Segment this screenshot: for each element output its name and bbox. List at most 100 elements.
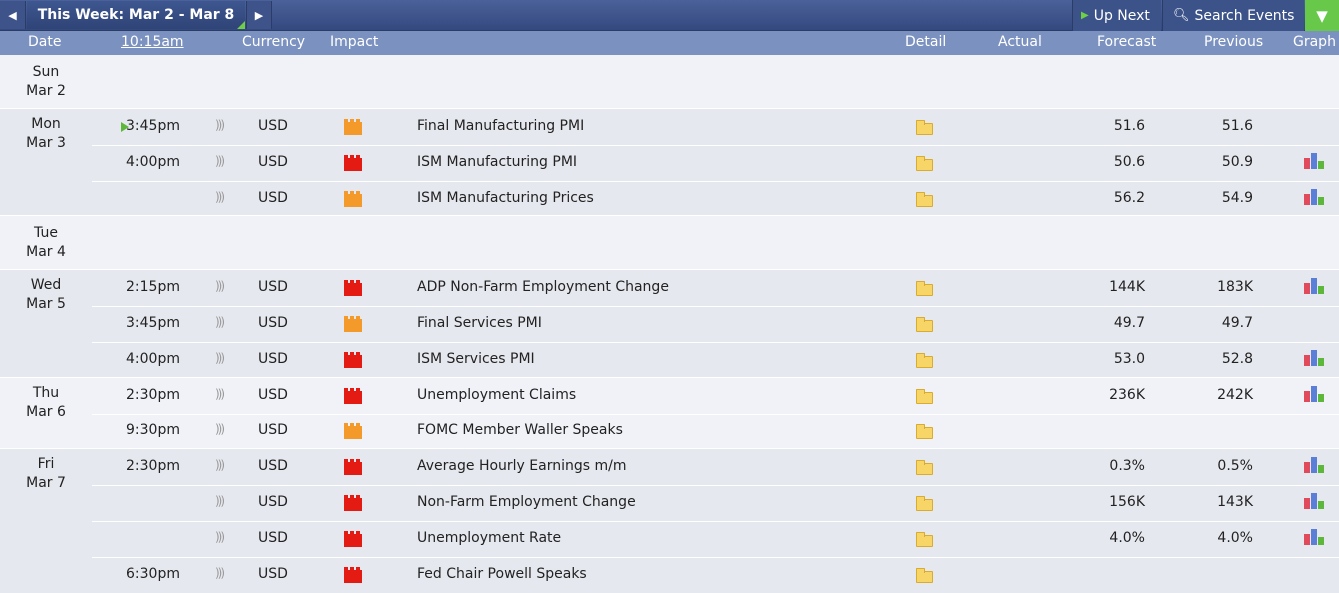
sound-alert-icon[interactable]: ))) [215, 566, 225, 580]
detail-folder-icon[interactable] [916, 155, 933, 171]
event-name[interactable]: Average Hourly Earnings m/m [417, 458, 626, 474]
event-name[interactable]: Unemployment Rate [417, 530, 561, 546]
high-impact-icon [344, 351, 362, 368]
event-name[interactable]: Final Services PMI [417, 315, 542, 331]
event-forecast: 49.7 [1113, 315, 1145, 332]
bar-chart-icon[interactable] [1304, 152, 1324, 169]
day-label: Tue Mar 4 [0, 224, 92, 262]
high-impact-icon [344, 530, 362, 547]
event-previous: 4.0% [1217, 529, 1253, 546]
bar-chart-icon[interactable] [1304, 278, 1324, 295]
event-name[interactable]: ISM Services PMI [417, 351, 535, 367]
event-forecast: 144K [1109, 279, 1145, 296]
event-time: 3:45pm [126, 117, 180, 134]
event-currency: USD [258, 458, 288, 475]
event-currency: USD [258, 279, 288, 296]
day-block: Tue Mar 4 [0, 216, 1339, 271]
detail-folder-icon[interactable] [916, 531, 933, 547]
chevron-right-icon[interactable]: ▶ [246, 1, 272, 29]
detail-folder-icon[interactable] [916, 281, 933, 297]
high-impact-icon [344, 280, 362, 297]
row-divider [92, 413, 1339, 415]
sound-alert-icon[interactable]: ))) [215, 279, 225, 293]
sound-alert-icon[interactable]: ))) [215, 351, 225, 365]
event-name[interactable]: Unemployment Claims [417, 387, 576, 403]
event-currency: USD [258, 350, 288, 367]
header-forecast: Forecast [1097, 34, 1157, 50]
day-weekday: Fri [37, 456, 55, 473]
detail-folder-icon[interactable] [916, 567, 933, 583]
day-weekday: Sun [32, 64, 60, 80]
event-time: 4:00pm [126, 153, 180, 170]
sound-alert-icon[interactable]: ))) [215, 422, 225, 436]
event-time: 2:15pm [126, 279, 180, 296]
bar-chart-icon[interactable] [1304, 188, 1324, 205]
day-date: Mar 4 [26, 244, 66, 261]
search-icon: 🔍︎ [1173, 8, 1190, 23]
event-name[interactable]: ISM Manufacturing PMI [417, 154, 577, 170]
event-time: 4:00pm [126, 350, 180, 367]
header-currency: Currency [242, 34, 306, 50]
sound-alert-icon[interactable]: ))) [215, 190, 225, 204]
week-selector[interactable]: This Week: Mar 2 - Mar 8 [27, 1, 245, 29]
filter-icon[interactable]: ▼ [1305, 0, 1339, 31]
detail-folder-icon[interactable] [916, 191, 933, 207]
event-name[interactable]: ISM Manufacturing Prices [417, 190, 594, 206]
bar-chart-icon[interactable] [1304, 493, 1324, 510]
event-name[interactable]: ADP Non-Farm Employment Change [417, 279, 669, 295]
row-divider [92, 485, 1339, 487]
bar-chart-icon[interactable] [1304, 457, 1324, 474]
sound-alert-icon[interactable]: ))) [215, 458, 225, 472]
event-previous: 242K [1217, 386, 1253, 403]
detail-folder-icon[interactable] [916, 119, 933, 135]
row-divider [92, 556, 1339, 558]
sound-alert-icon[interactable]: ))) [215, 118, 225, 132]
detail-folder-icon[interactable] [916, 388, 933, 404]
event-name[interactable]: Non-Farm Employment Change [417, 494, 636, 510]
event-time: 9:30pm [126, 422, 180, 439]
event-forecast: 51.6 [1113, 117, 1145, 134]
event-previous: 0.5% [1217, 458, 1253, 475]
event-name[interactable]: Fed Chair Powell Speaks [417, 566, 587, 582]
sound-alert-icon[interactable]: ))) [215, 154, 225, 168]
header-actual: Actual [998, 34, 1042, 50]
event-forecast: 4.0% [1109, 529, 1145, 546]
bar-chart-icon[interactable] [1304, 385, 1324, 402]
detail-folder-icon[interactable] [916, 424, 933, 440]
up-next-button[interactable]: ▶ Up Next [1072, 0, 1161, 31]
sound-alert-icon[interactable]: ))) [215, 315, 225, 329]
event-previous: 52.8 [1221, 350, 1253, 367]
search-events-label: Search Events [1194, 7, 1295, 24]
high-impact-icon [344, 495, 362, 512]
header-date: Date [28, 34, 62, 50]
detail-folder-icon[interactable] [916, 352, 933, 368]
detail-folder-icon[interactable] [916, 460, 933, 476]
day-date: Mar 5 [26, 296, 66, 313]
row-divider [92, 306, 1339, 308]
event-time: 2:30pm [126, 458, 180, 475]
event-time: 6:30pm [126, 565, 180, 582]
header-previous: Previous [1204, 34, 1264, 50]
day-block: Fri Mar 7 2:30pm))) USD Average Hourly Earni… [0, 449, 1339, 593]
day-block: Mon Mar 3 3:45pm))) USD Final Manufacturing … [0, 109, 1339, 217]
event-currency: USD [258, 494, 288, 511]
detail-folder-icon[interactable] [916, 496, 933, 512]
event-forecast: 236K [1109, 386, 1145, 403]
event-name[interactable]: FOMC Member Waller Speaks [417, 422, 623, 438]
event-time: 3:45pm [126, 315, 180, 332]
bar-chart-icon[interactable] [1304, 528, 1324, 545]
bar-chart-icon[interactable] [1304, 349, 1324, 366]
sound-alert-icon[interactable]: ))) [215, 530, 225, 544]
sound-alert-icon[interactable]: ))) [215, 494, 225, 508]
event-currency: USD [258, 315, 288, 332]
sound-alert-icon[interactable]: ))) [215, 387, 225, 401]
event-name[interactable]: Final Manufacturing PMI [417, 118, 584, 134]
chevron-left-icon[interactable]: ◀ [0, 1, 26, 29]
event-currency: USD [258, 529, 288, 546]
header-detail: Detail [905, 34, 947, 50]
detail-folder-icon[interactable] [916, 317, 933, 333]
header-current-time[interactable]: 10:15am [121, 34, 184, 50]
event-previous: 54.9 [1221, 189, 1253, 206]
search-events-button[interactable]: 🔍︎ Search Events [1162, 0, 1304, 31]
day-label: Fri Mar 7 [0, 455, 92, 493]
